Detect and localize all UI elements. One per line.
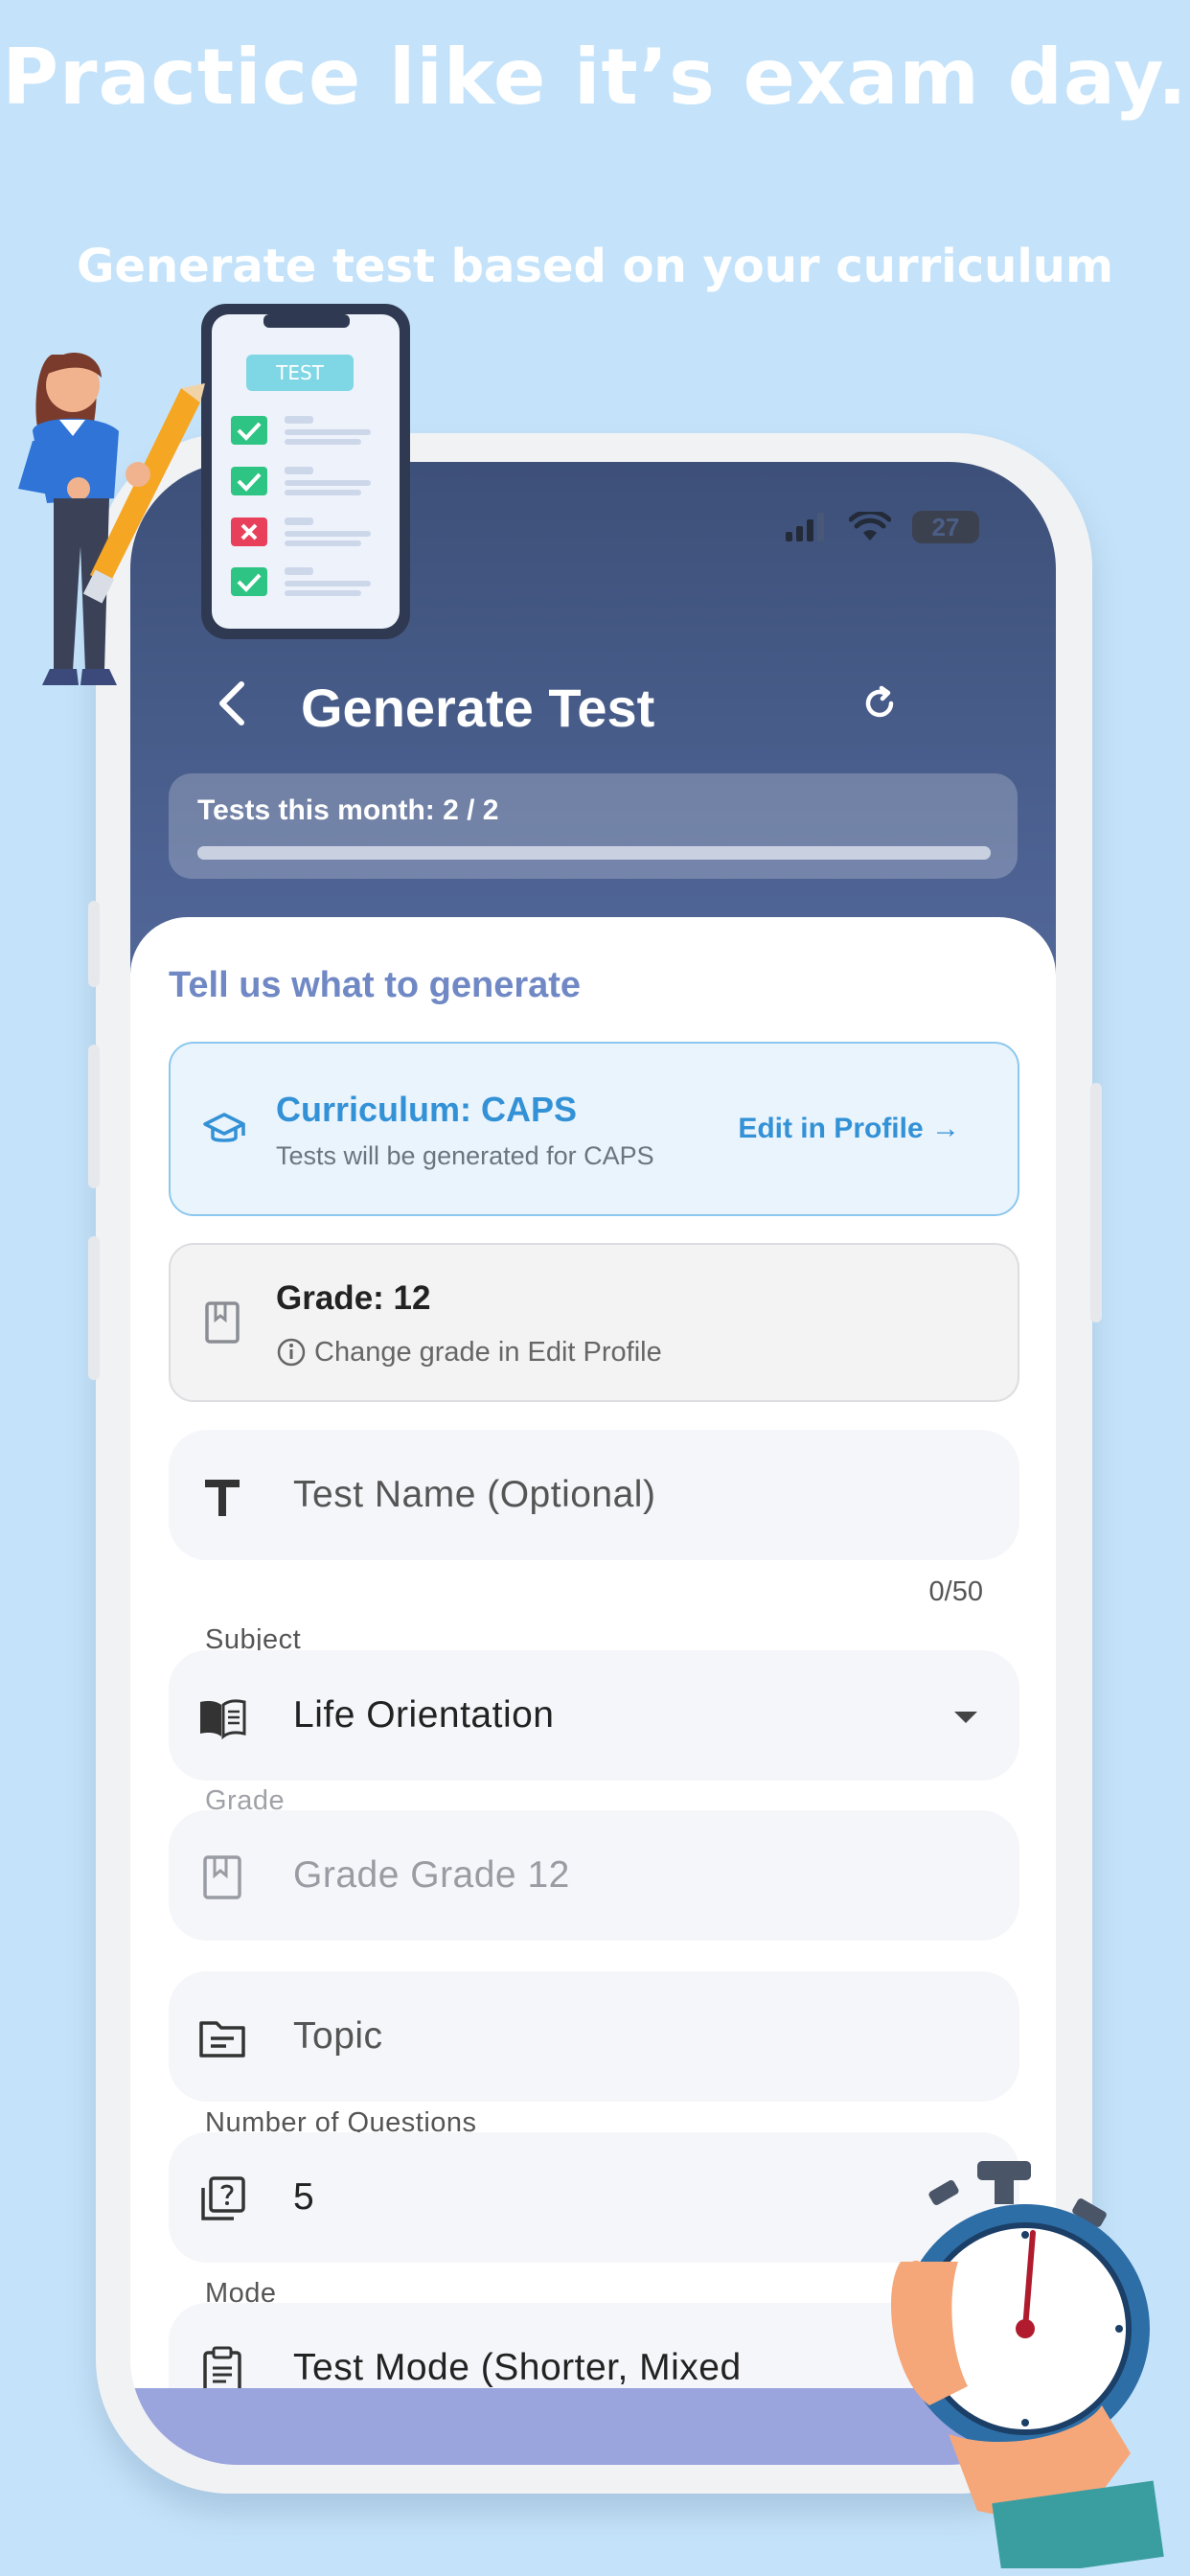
- curriculum-subtitle: Tests will be generated for CAPS: [276, 1141, 654, 1170]
- nav-bar: Generate Test: [205, 654, 991, 769]
- promo-subheadline: Generate test based on your curriculum: [77, 240, 1113, 293]
- signal-icon: [786, 513, 824, 541]
- grade-field-value: Grade Grade 12: [293, 1854, 570, 1896]
- graduation-cap-icon: [203, 1113, 245, 1142]
- bookmark-book-icon: [203, 1855, 241, 1899]
- test-badge-text: TEST: [275, 361, 325, 384]
- monthly-quota-card: Tests this month: 2 / 2: [169, 773, 1018, 879]
- text-format-icon: [205, 1480, 240, 1516]
- status-bar: 27: [786, 508, 979, 546]
- grade-hint-text: Change grade in Edit Profile: [314, 1337, 662, 1368]
- quota-progress-fill: [197, 846, 991, 860]
- test-name-input[interactable]: Test Name (Optional): [169, 1430, 1019, 1560]
- topic-input[interactable]: Topic: [169, 1971, 1019, 2102]
- wifi-icon: [849, 512, 891, 540]
- battery-indicator: 27: [912, 511, 979, 543]
- refresh-icon[interactable]: [857, 680, 903, 726]
- promo-headline: Practice like it’s exam day.: [2, 33, 1188, 122]
- questions-value: 5: [293, 2176, 315, 2218]
- curriculum-title: Curriculum: CAPS: [276, 1090, 578, 1129]
- curriculum-card: Curriculum: CAPS Tests will be generated…: [169, 1042, 1019, 1216]
- info-icon: [277, 1338, 306, 1367]
- subject-value: Life Orientation: [293, 1694, 555, 1736]
- section-title: Tell us what to generate: [169, 965, 582, 1005]
- bookmark-book-icon: [205, 1301, 240, 1344]
- test-name-counter: 0/50: [928, 1576, 983, 1607]
- page-title: Generate Test: [301, 678, 655, 738]
- mode-value: Test Mode (Shorter, Mixed: [293, 2347, 742, 2388]
- topic-placeholder: Topic: [293, 2015, 383, 2057]
- edit-in-profile-link[interactable]: Edit in Profile →: [738, 1113, 960, 1145]
- phone-side-button: [1090, 1083, 1102, 1322]
- subject-dropdown[interactable]: Life Orientation: [169, 1650, 1019, 1781]
- quota-progress-bar: [197, 846, 991, 860]
- test-name-placeholder: Test Name (Optional): [293, 1474, 656, 1515]
- quota-label: Tests this month: 2 / 2: [197, 794, 499, 826]
- grade-info-card: Grade: 12 Change grade in Edit Profile: [169, 1243, 1019, 1402]
- test-phone-illustration: TEST: [201, 304, 410, 639]
- phone-side-button: [88, 1045, 100, 1188]
- open-book-icon: [200, 1699, 246, 1740]
- grade-title: Grade: 12: [276, 1279, 431, 1317]
- quiz-icon: [201, 2176, 245, 2220]
- dropdown-arrow-icon[interactable]: [950, 1708, 981, 1727]
- phone-side-button: [88, 901, 100, 987]
- folder-icon: [199, 2021, 245, 2058]
- grade-field: Grade Grade 12: [169, 1810, 1019, 1941]
- phone-side-button: [88, 1236, 100, 1380]
- grade-hint: Change grade in Edit Profile: [314, 1337, 662, 1368]
- stopwatch-illustration: [891, 2161, 1164, 2568]
- student-with-pencil-illustration: [18, 352, 205, 685]
